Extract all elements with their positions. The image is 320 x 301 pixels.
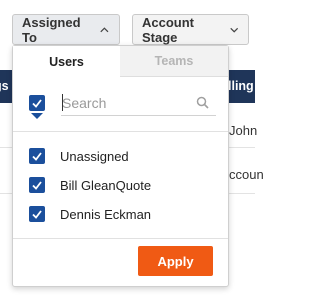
option-unassigned[interactable]: Unassigned [29, 147, 129, 165]
search-field[interactable] [61, 90, 216, 116]
check-icon [32, 152, 42, 161]
tab-users[interactable]: Users [13, 46, 120, 77]
check-icon [32, 99, 42, 108]
option-checkbox[interactable] [29, 148, 45, 164]
search-icon [196, 96, 209, 109]
search-input[interactable] [62, 90, 187, 115]
assigned-to-dropdown: Users Teams Unassigned Bill GleanQuo [12, 45, 229, 287]
tab-teams[interactable]: Teams [120, 46, 228, 77]
account-stage-label: Account Stage [142, 14, 194, 45]
option-label: Dennis Eckman [60, 206, 152, 222]
check-icon [32, 181, 42, 190]
divider [13, 238, 228, 239]
option-label: Unassigned [60, 148, 129, 164]
assigned-to-label: Assigned To [22, 14, 81, 45]
apply-button[interactable]: Apply [138, 246, 213, 276]
table-cell: ccoun [229, 167, 264, 182]
header-cell: gs [0, 79, 9, 93]
assigned-to-filter-button[interactable]: Assigned To [12, 14, 120, 45]
chevron-up-icon [100, 26, 109, 32]
divider [13, 131, 228, 132]
option-checkbox[interactable] [29, 177, 45, 193]
table-cell: John [229, 123, 258, 138]
check-icon [32, 210, 42, 219]
select-all-checkbox[interactable] [29, 95, 45, 111]
select-all-menu-caret-icon[interactable] [31, 113, 43, 119]
chevron-down-icon [229, 27, 238, 33]
text-cursor [62, 94, 63, 111]
account-stage-filter-button[interactable]: Account Stage [132, 14, 249, 45]
option-dennis-eckman[interactable]: Dennis Eckman [29, 205, 151, 223]
header-cell: lling C [228, 79, 267, 93]
option-label: Bill GleanQuote [60, 177, 152, 193]
dropdown-tabs: Users Teams [13, 46, 228, 77]
option-bill-gleanquote[interactable]: Bill GleanQuote [29, 176, 151, 194]
option-checkbox[interactable] [29, 206, 45, 222]
